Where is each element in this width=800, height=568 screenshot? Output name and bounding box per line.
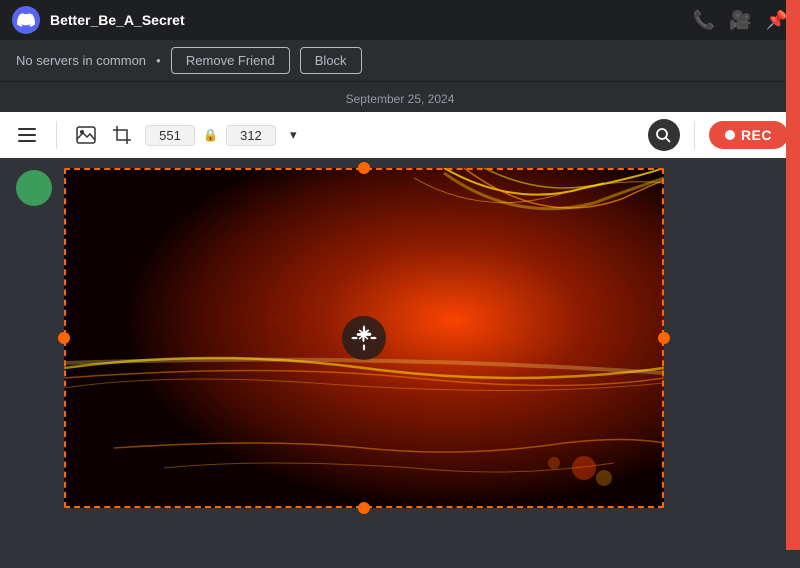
rec-label: REC [741, 127, 772, 143]
handle-top[interactable] [358, 162, 370, 174]
block-button[interactable]: Block [300, 47, 362, 74]
discord-logo [12, 6, 40, 34]
chat-area [0, 158, 800, 568]
handle-bottom[interactable] [358, 502, 370, 514]
rec-button[interactable]: REC [709, 121, 788, 149]
video-icon[interactable]: 🎥 [729, 10, 751, 31]
crop-tool-button[interactable] [107, 120, 137, 150]
search-button[interactable] [648, 119, 680, 151]
toolbar-left [12, 120, 42, 150]
dot-separator: ● [156, 56, 161, 65]
username-title: Better_Be_A_Secret [50, 12, 683, 28]
handle-right[interactable] [658, 332, 670, 344]
image-tool-button[interactable] [71, 120, 101, 150]
title-bar: Better_Be_A_Secret 📞 🎥 📌 [0, 0, 800, 40]
height-input-group [226, 125, 276, 146]
handle-left[interactable] [58, 332, 70, 344]
toolbar-image-tools [71, 120, 137, 150]
toolbar-divider-2 [694, 121, 695, 149]
lock-icon: 🔒 [203, 128, 218, 142]
right-panel-strip [786, 0, 800, 550]
phone-icon[interactable]: 📞 [693, 10, 715, 31]
rec-dot [725, 130, 735, 140]
move-icon[interactable] [342, 316, 386, 360]
dropdown-button[interactable]: ▾ [284, 123, 303, 147]
avatar [16, 170, 52, 206]
subheader: No servers in common ● Remove Friend Blo… [0, 40, 800, 82]
toolbar-divider-1 [56, 121, 57, 149]
toolbar-bar: 🔒 ▾ REC [0, 112, 800, 158]
width-input-group [145, 125, 195, 146]
date-label: September 25, 2024 [0, 82, 800, 112]
selection-frame[interactable] [64, 168, 664, 508]
title-icons: 📞 🎥 📌 [693, 10, 788, 31]
list-icon-button[interactable] [12, 120, 42, 150]
height-input[interactable] [233, 128, 269, 143]
remove-friend-button[interactable]: Remove Friend [171, 47, 290, 74]
width-input[interactable] [152, 128, 188, 143]
no-servers-label: No servers in common [16, 53, 146, 68]
pin-icon[interactable]: 📌 [766, 10, 788, 31]
